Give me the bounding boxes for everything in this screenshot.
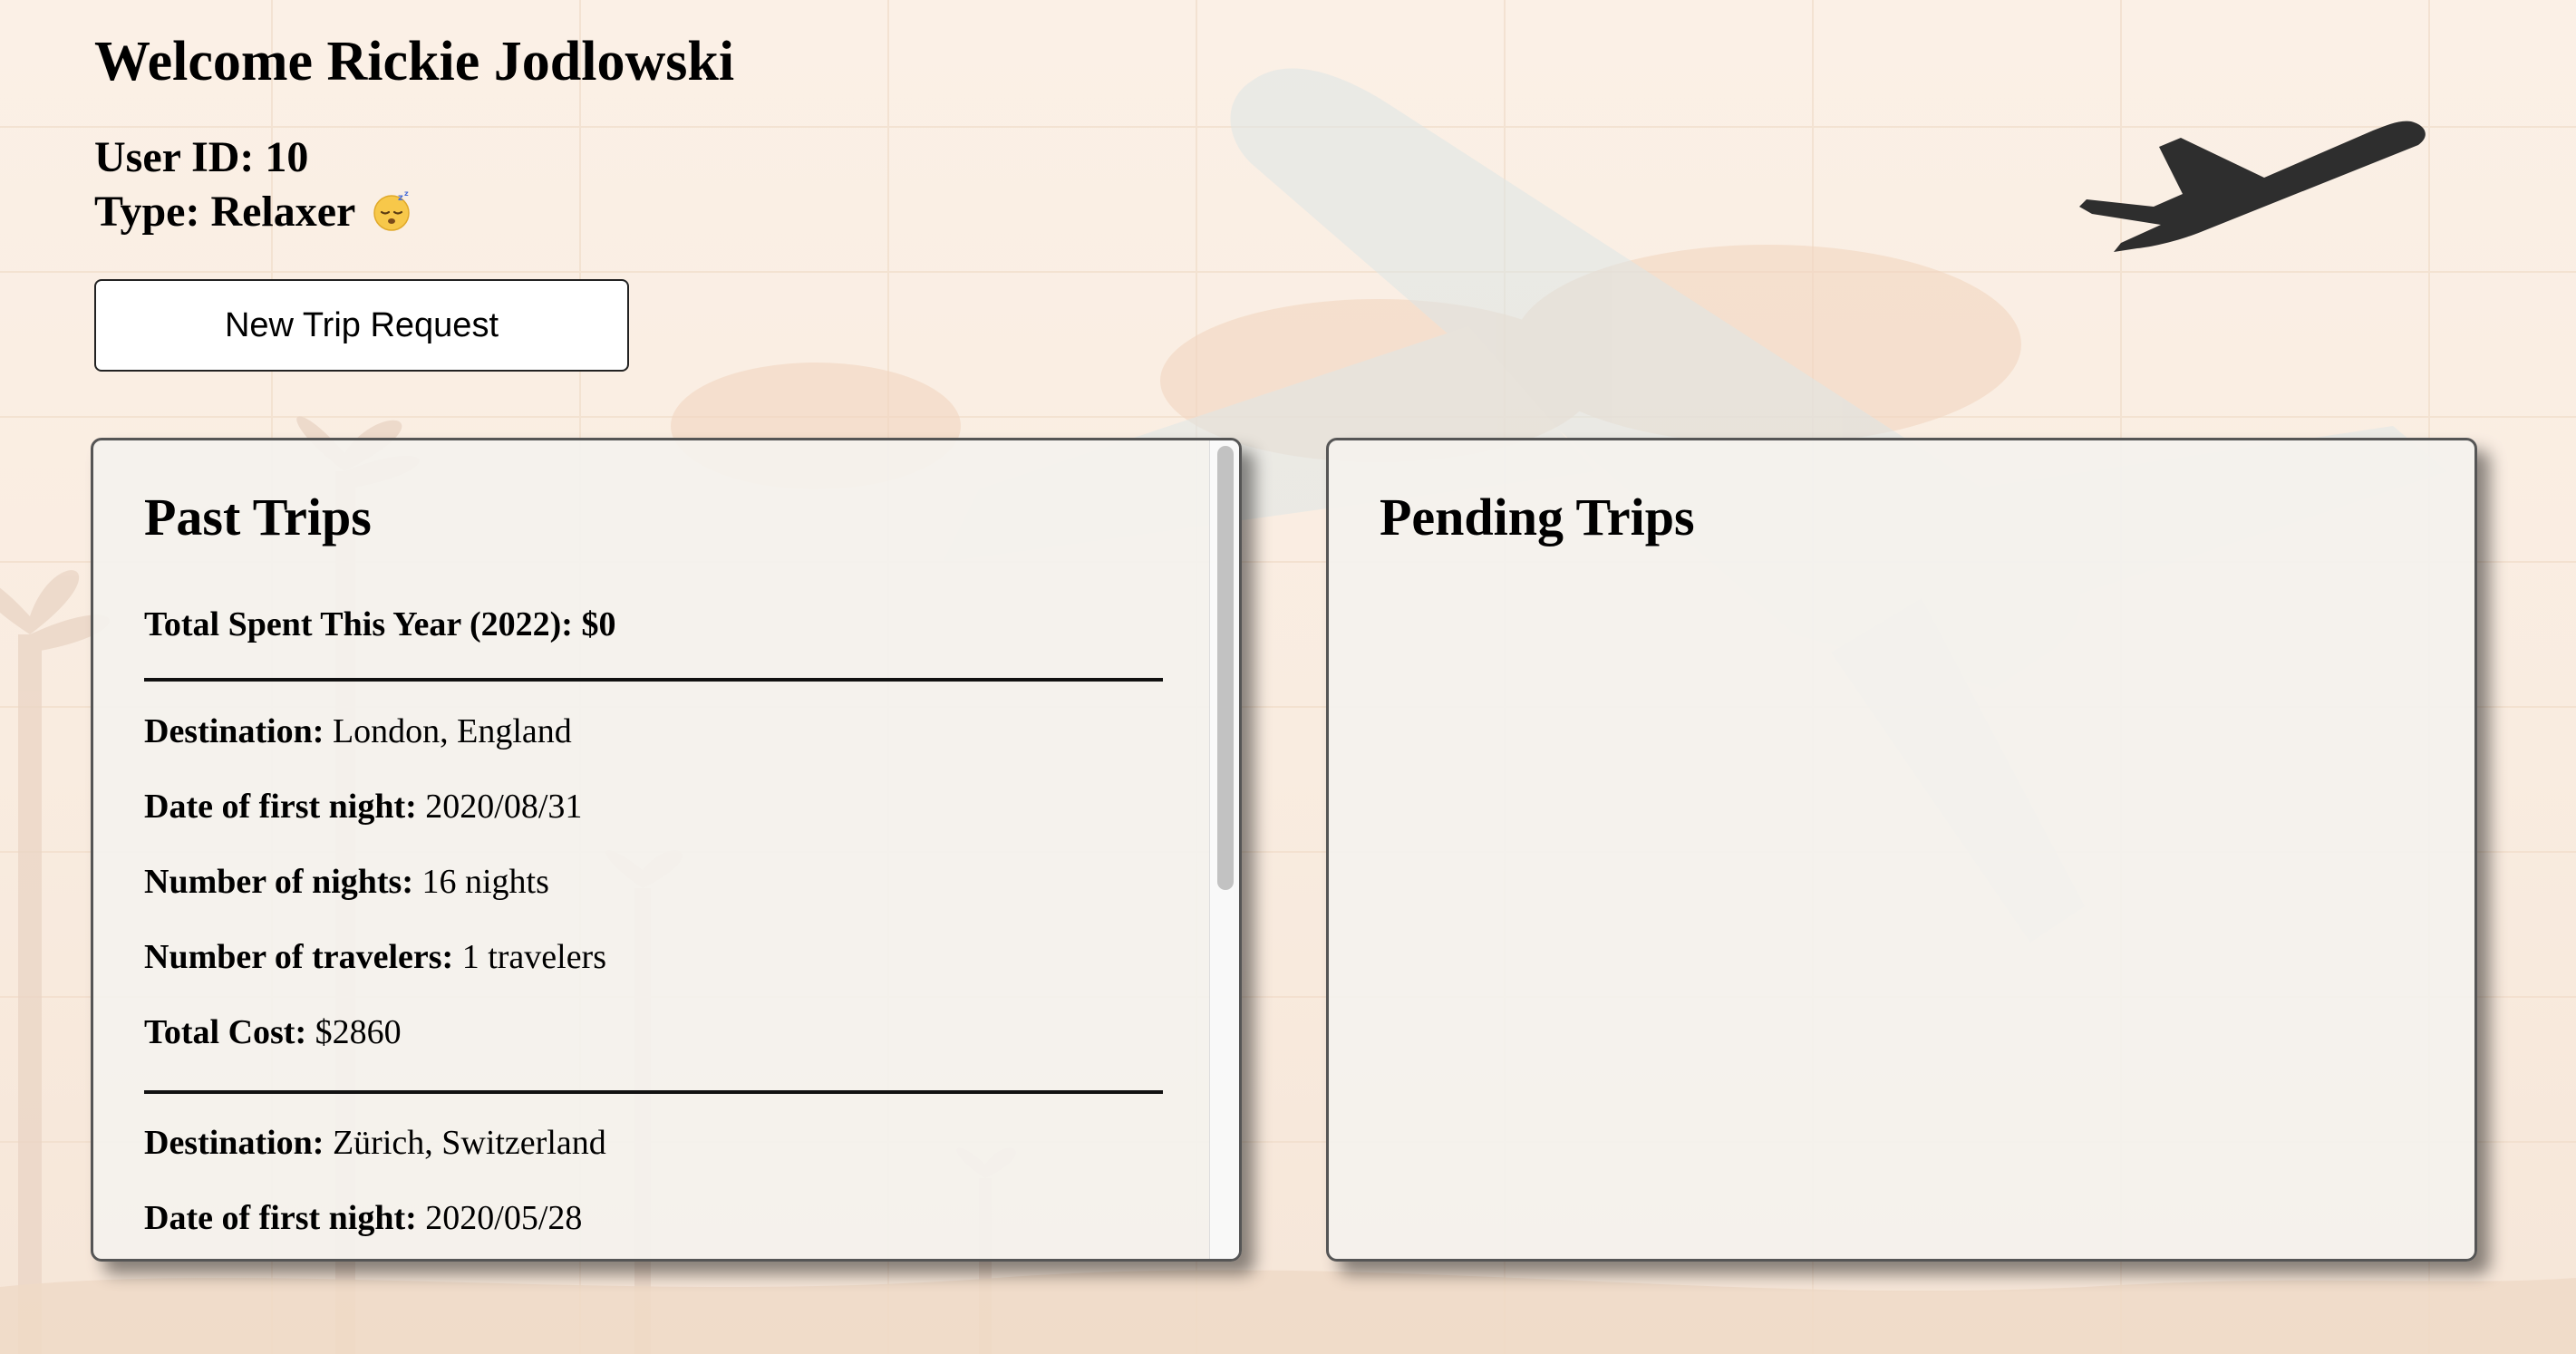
trip-divider bbox=[144, 1090, 1163, 1094]
past-trips-scrollbar[interactable] bbox=[1209, 440, 1239, 1259]
user-info: User ID: 10 Type: Relaxer z z bbox=[94, 29, 819, 265]
trip-nights: Number of nights: 16 nights bbox=[144, 863, 549, 901]
trip-date: Date of first night: 2020/05/28 bbox=[144, 1199, 583, 1237]
airplane-takeoff-icon bbox=[2079, 121, 2426, 252]
new-trip-request-button[interactable]: New Trip Request bbox=[94, 279, 629, 372]
user-type-label: Type: Relaxer bbox=[94, 188, 355, 236]
trip-divider bbox=[144, 678, 1163, 682]
trip-destination: Destination: London, England bbox=[144, 712, 572, 750]
trip-destination: Destination: Zürich, Switzerland bbox=[144, 1124, 606, 1162]
trip-date: Date of first night: 2020/08/31 bbox=[144, 788, 583, 826]
svg-text:z: z bbox=[398, 193, 403, 203]
past-trips-scrollbar-thumb[interactable] bbox=[1217, 446, 1234, 890]
trip-cost: Total Cost: $2860 bbox=[144, 1013, 402, 1051]
sleeping-face-emoji-icon: z z bbox=[373, 189, 411, 231]
user-id-label: User ID: 10 bbox=[94, 133, 309, 181]
pending-trips-title: Pending Trips bbox=[1380, 488, 1695, 546]
svg-text:z: z bbox=[404, 189, 409, 198]
past-trips-items: Total Spent This Year (2022): $0 Destina… bbox=[144, 438, 1163, 1259]
total-spent-label: Total Spent This Year (2022): $0 bbox=[144, 605, 616, 643]
trip-travelers: Number of travelers: 1 travelers bbox=[144, 938, 606, 976]
user-type-row: Type: Relaxer z z bbox=[94, 185, 412, 239]
pending-trips-panel: Pending Trips bbox=[1326, 438, 2477, 1262]
